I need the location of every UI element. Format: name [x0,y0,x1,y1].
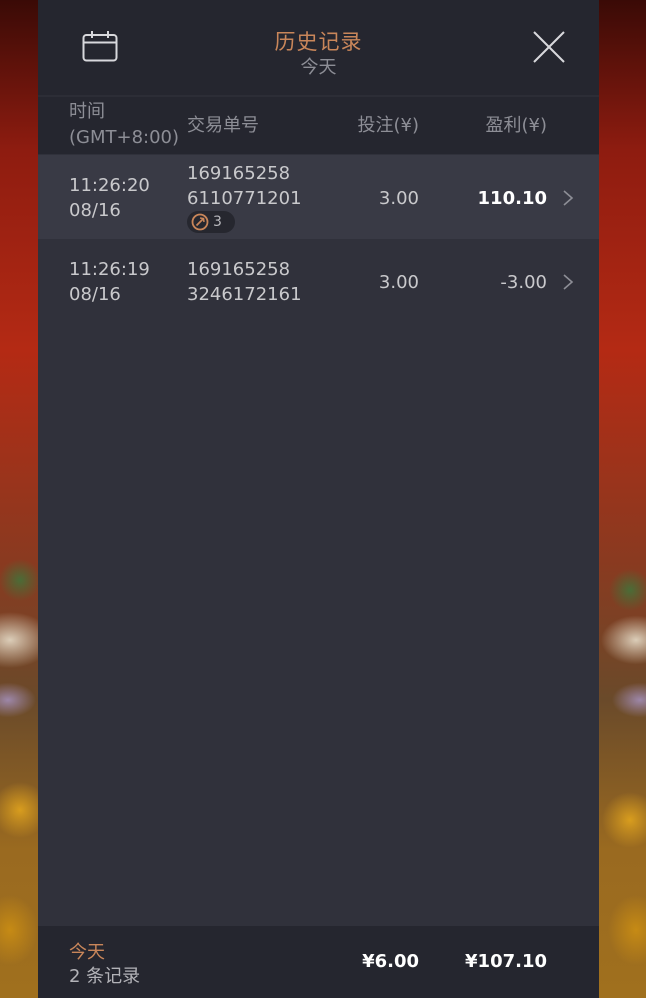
column-header-profit: 盈利(¥) [485,115,548,136]
free-spin-icon [191,213,209,231]
free-spin-badge: 3 [187,211,235,233]
row-date: 08/16 [69,284,121,305]
chevron-right-icon[interactable] [562,273,574,291]
column-header-bet: 投注(¥) [357,115,420,136]
column-header-timezone: (GMT+8:00) [69,127,180,148]
row-order-id-part1: 169165258 [187,163,291,184]
row-profit: 110.10 [477,188,547,209]
row-order-id-part1: 169165258 [187,259,291,280]
row-time: 11:26:20 [69,175,150,196]
summary-period: 今天 [69,942,105,963]
close-icon [533,31,565,63]
summary-total-profit: ¥107.10 [465,951,547,972]
row-order-id-part2: 6110771201 [187,188,302,209]
close-button[interactable] [532,30,566,64]
page-title: 历史记录 [274,30,363,54]
summary-footer: 今天 2 条记录 ¥6.00 ¥107.10 [38,926,599,998]
row-profit: -3.00 [500,272,547,293]
history-panel: 历史记录 今天 时间 (GMT+8:00) 交易单号 投注(¥) 盈利(¥) 1… [38,0,599,998]
column-header-time-label: 时间 [69,101,105,122]
summary-total-bet: ¥6.00 [362,951,419,972]
chevron-right-icon[interactable] [562,189,574,207]
page-subtitle[interactable]: 今天 [38,53,599,79]
column-header-time: 时间 (GMT+8:00) [69,99,179,151]
row-time: 11:26:19 [69,259,150,280]
summary-record-count: 2 条记录 [69,966,141,987]
row-order-id-part2: 3246172161 [187,284,302,305]
column-header-row: 时间 (GMT+8:00) 交易单号 投注(¥) 盈利(¥) [38,97,599,154]
history-row[interactable]: 11:26:20 08/16 169165258 6110771201 3 3.… [38,155,599,239]
history-row[interactable]: 11:26:19 08/16 169165258 3246172161 3.00… [38,239,599,323]
history-header: 历史记录 今天 [38,0,599,95]
row-date: 08/16 [69,200,121,221]
row-bet: 3.00 [378,188,419,209]
free-spin-count: 3 [213,214,222,230]
column-header-order: 交易单号 [187,115,259,136]
row-bet: 3.00 [378,272,419,293]
